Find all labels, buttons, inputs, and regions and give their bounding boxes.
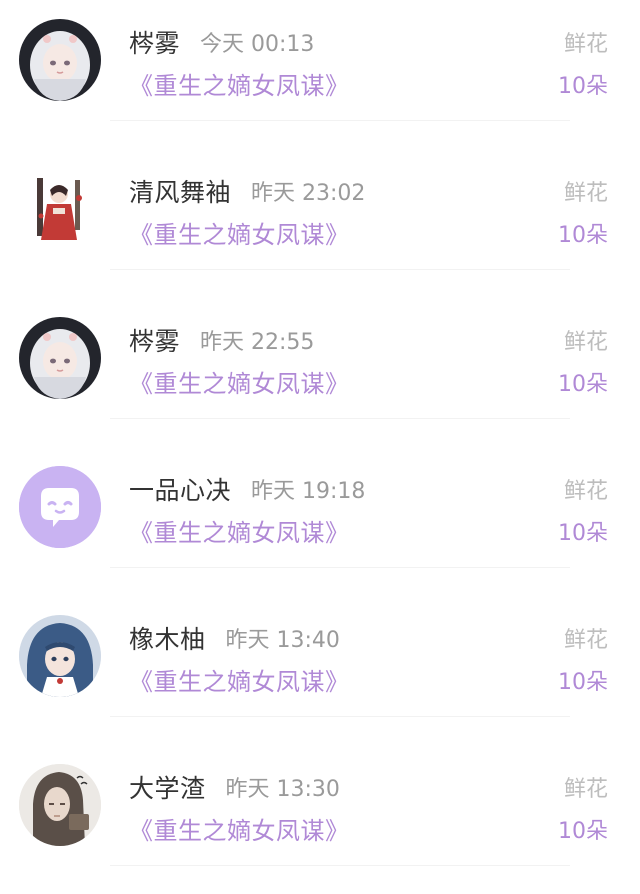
default-chat-bubble-icon: [19, 466, 101, 548]
name-line: 梣雾 昨天 22:55: [129, 322, 314, 358]
user-avatar[interactable]: [19, 168, 101, 250]
gift-type: 鲜花: [563, 479, 608, 504]
row-divider: [110, 269, 570, 270]
gift-record-row[interactable]: 橡木柚 昨天 13:40 《重生之嫡女凤谋》 鲜花 10朵: [0, 596, 640, 745]
username[interactable]: 梣雾: [129, 322, 180, 358]
user-avatar[interactable]: [19, 615, 101, 697]
timestamp: 昨天 23:02: [251, 181, 366, 206]
gift-count: 10朵: [558, 74, 608, 99]
gift-record-row[interactable]: 一品心决 昨天 19:18 《重生之嫡女凤谋》 鲜花 10朵: [0, 447, 640, 596]
gift-type: 鲜花: [563, 181, 608, 206]
row-divider: [110, 418, 570, 419]
book-title-link[interactable]: 《重生之嫡女凤谋》: [129, 364, 350, 399]
timestamp: 今天 00:13: [200, 32, 315, 57]
anime-girl-white-hair-icon: [19, 317, 101, 399]
gift-count: 10朵: [558, 223, 608, 248]
gift-record-row[interactable]: 梣雾 今天 00:13 《重生之嫡女凤谋》 鲜花 10朵: [0, 0, 640, 149]
user-avatar[interactable]: [19, 317, 101, 399]
gift-record-list: 梣雾 今天 00:13 《重生之嫡女凤谋》 鲜花 10朵 清风舞袖 昨天 23:: [0, 0, 640, 873]
row-divider: [110, 120, 570, 121]
anime-girl-blue-hair-icon: [19, 615, 101, 697]
timestamp: 昨天 13:40: [225, 628, 340, 653]
username[interactable]: 橡木柚: [129, 620, 206, 656]
gift-type: 鲜花: [563, 32, 608, 57]
name-line: 大学渣 昨天 13:30: [129, 769, 340, 805]
gift-record-row[interactable]: 清风舞袖 昨天 23:02 《重生之嫡女凤谋》 鲜花 10朵: [0, 149, 640, 298]
gift-count: 10朵: [558, 521, 608, 546]
username[interactable]: 清风舞袖: [129, 173, 231, 209]
gift-type: 鲜花: [563, 330, 608, 355]
timestamp: 昨天 22:55: [200, 330, 315, 355]
name-line: 清风舞袖 昨天 23:02: [129, 173, 365, 209]
hooded-man-icon: [19, 764, 101, 846]
name-line: 一品心决 昨天 19:18: [129, 471, 365, 507]
row-divider: [110, 716, 570, 717]
anime-girl-white-hair-icon: [19, 19, 101, 101]
username[interactable]: 大学渣: [129, 769, 206, 805]
illustration-red-dress-icon: [19, 168, 101, 250]
user-avatar[interactable]: [19, 19, 101, 101]
timestamp: 昨天 19:18: [251, 479, 366, 504]
user-avatar[interactable]: [19, 764, 101, 846]
book-title-link[interactable]: 《重生之嫡女凤谋》: [129, 66, 350, 101]
row-divider: [110, 567, 570, 568]
gift-record-row[interactable]: 梣雾 昨天 22:55 《重生之嫡女凤谋》 鲜花 10朵: [0, 298, 640, 447]
gift-type: 鲜花: [563, 777, 608, 802]
username[interactable]: 梣雾: [129, 24, 180, 60]
user-avatar[interactable]: [19, 466, 101, 548]
username[interactable]: 一品心决: [129, 471, 231, 507]
timestamp: 昨天 13:30: [225, 777, 340, 802]
book-title-link[interactable]: 《重生之嫡女凤谋》: [129, 513, 350, 548]
row-divider: [110, 865, 570, 866]
gift-record-row[interactable]: 大学渣 昨天 13:30 《重生之嫡女凤谋》 鲜花 10朵: [0, 745, 640, 894]
gift-count: 10朵: [558, 670, 608, 695]
book-title-link[interactable]: 《重生之嫡女凤谋》: [129, 662, 350, 697]
name-line: 橡木柚 昨天 13:40: [129, 620, 340, 656]
book-title-link[interactable]: 《重生之嫡女凤谋》: [129, 215, 350, 250]
gift-type: 鲜花: [563, 628, 608, 653]
gift-count: 10朵: [558, 819, 608, 844]
book-title-link[interactable]: 《重生之嫡女凤谋》: [129, 811, 350, 846]
gift-count: 10朵: [558, 372, 608, 397]
name-line: 梣雾 今天 00:13: [129, 24, 314, 60]
